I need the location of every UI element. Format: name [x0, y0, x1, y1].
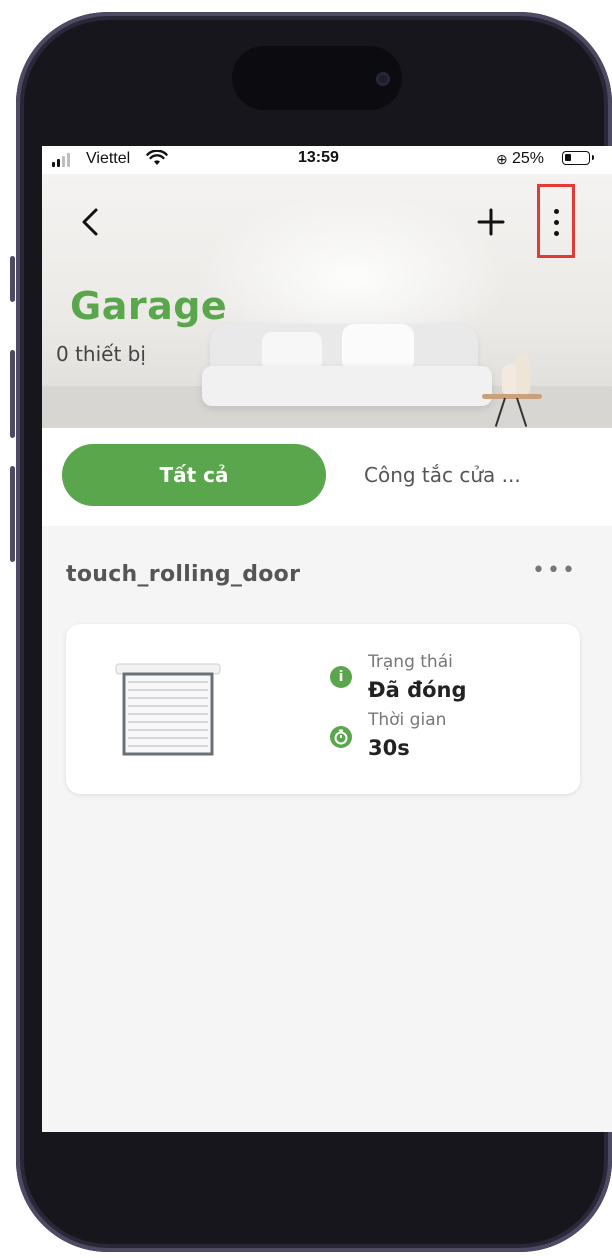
orientation-lock-icon: ⊕	[496, 151, 508, 167]
group-more-button[interactable]: •••	[532, 558, 575, 586]
room-header: Garage 0 thiết bị	[42, 174, 612, 428]
room-title: Garage	[70, 284, 228, 328]
status-value: Đã đóng	[368, 678, 467, 702]
device-group-title: touch_rolling_door	[66, 562, 301, 587]
device-card[interactable]: i Trạng thái Đã đóng Thời gian 30s	[66, 624, 580, 794]
sofa-seat-image	[202, 366, 492, 406]
add-device-button[interactable]	[474, 202, 508, 242]
wifi-icon	[146, 149, 168, 171]
status-bar: Viettel 13:59 ⊕ 25%	[42, 146, 612, 174]
status-label: Trạng thái	[368, 652, 453, 672]
device-count: 0 thiết bị	[56, 342, 146, 366]
camera	[376, 72, 390, 86]
tab-door-switch[interactable]: Công tắc cửa ...	[364, 444, 544, 506]
battery-percent: 25%	[512, 150, 545, 167]
time-label: Thời gian	[368, 710, 447, 730]
chevron-left-icon	[82, 208, 98, 236]
screen: Viettel 13:59 ⊕ 25% Garage 0 thiết bị Tấ…	[42, 146, 612, 1132]
plus-icon	[477, 208, 505, 236]
side-button	[10, 350, 15, 438]
tab-all[interactable]: Tất cả	[62, 444, 326, 506]
rolling-door-icon	[115, 663, 221, 756]
back-button[interactable]	[78, 204, 108, 240]
timer-icon	[330, 726, 352, 748]
side-button	[10, 466, 15, 562]
time-value: 30s	[368, 736, 410, 760]
vase-image	[516, 354, 530, 394]
side-button	[10, 256, 15, 302]
signal-icon	[52, 153, 70, 167]
more-options-button[interactable]	[537, 184, 575, 258]
clock: 13:59	[298, 149, 339, 166]
cushion-image	[342, 324, 414, 372]
carrier-name: Viettel	[86, 150, 131, 167]
side-table-image	[482, 394, 542, 399]
info-icon: i	[330, 666, 352, 688]
battery-icon	[562, 151, 594, 165]
category-tabs: Tất cả Công tắc cửa ...	[42, 428, 612, 526]
